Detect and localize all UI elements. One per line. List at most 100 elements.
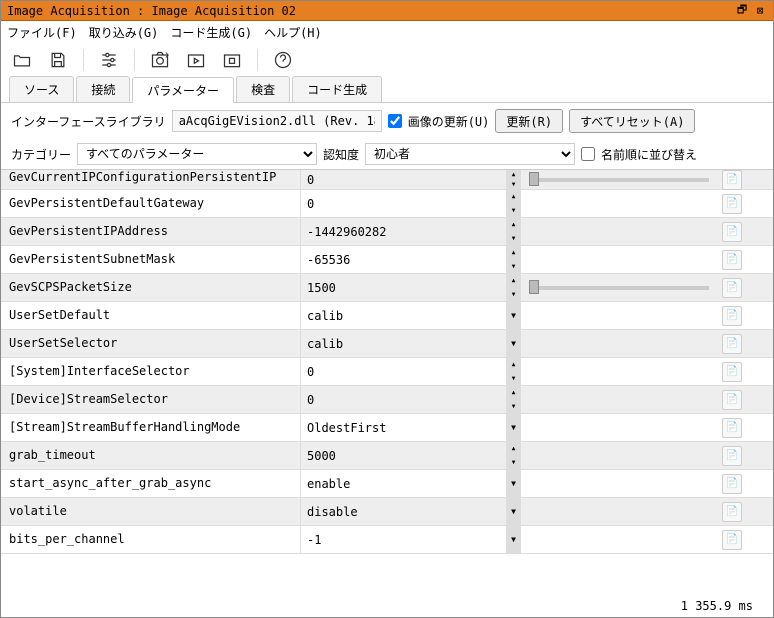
slider-thumb[interactable] xyxy=(529,172,539,186)
copy-icon[interactable]: 📄 xyxy=(722,390,742,410)
tab-codegen[interactable]: コード生成 xyxy=(292,76,382,102)
snap-icon[interactable] xyxy=(147,47,173,73)
spin-down-icon[interactable]: ▼ xyxy=(507,260,520,274)
param-value-input[interactable] xyxy=(301,330,506,357)
param-value-input[interactable] xyxy=(301,274,506,301)
param-value-input[interactable] xyxy=(301,470,506,497)
param-value-input[interactable] xyxy=(301,498,506,525)
param-value-cell[interactable]: ▲▼ xyxy=(301,274,521,301)
tab-source[interactable]: ソース xyxy=(9,76,74,102)
chevron-down-icon[interactable]: ▼ xyxy=(506,414,520,441)
copy-icon[interactable]: 📄 xyxy=(722,418,742,438)
copy-icon[interactable]: 📄 xyxy=(722,170,742,190)
spin-up-icon[interactable]: ▲ xyxy=(507,358,520,372)
spin-up-icon[interactable]: ▲ xyxy=(507,170,520,180)
param-value-cell[interactable]: ▲▼ xyxy=(301,442,521,469)
param-value-input[interactable] xyxy=(301,170,506,189)
param-value-cell[interactable]: ▼ xyxy=(301,330,521,357)
spin-down-icon[interactable]: ▼ xyxy=(507,400,520,414)
restore-icon[interactable]: 🗗 xyxy=(735,4,749,18)
spin-up-icon[interactable]: ▲ xyxy=(507,386,520,400)
menu-codegen[interactable]: コード生成(G) xyxy=(170,24,252,41)
menu-acquire[interactable]: 取り込み(G) xyxy=(89,24,159,41)
spin-down-icon[interactable]: ▼ xyxy=(507,456,520,470)
auto-update-label: 画像の更新(U) xyxy=(408,113,490,130)
chevron-down-icon[interactable]: ▼ xyxy=(506,302,520,329)
spin-up-icon[interactable]: ▲ xyxy=(507,442,520,456)
param-value-input[interactable] xyxy=(301,386,506,413)
copy-icon[interactable]: 📄 xyxy=(722,530,742,550)
slider-track[interactable] xyxy=(529,286,709,290)
chevron-down-icon[interactable]: ▼ xyxy=(506,526,520,553)
param-value-cell[interactable]: ▼ xyxy=(301,302,521,329)
settings-icon[interactable] xyxy=(96,47,122,73)
tab-parameters[interactable]: パラメーター xyxy=(132,77,234,103)
spin-down-icon[interactable]: ▼ xyxy=(507,372,520,386)
awareness-select[interactable]: 初心者 xyxy=(365,143,575,165)
param-value-input[interactable] xyxy=(301,218,506,245)
help-icon[interactable] xyxy=(270,47,296,73)
tab-connect[interactable]: 接続 xyxy=(76,76,130,102)
param-value-input[interactable] xyxy=(301,302,506,329)
tab-inspect[interactable]: 検査 xyxy=(236,76,290,102)
param-value-cell[interactable]: ▼ xyxy=(301,498,521,525)
stop-icon[interactable] xyxy=(219,47,245,73)
param-value-input[interactable] xyxy=(301,246,506,273)
live-icon[interactable] xyxy=(183,47,209,73)
category-select[interactable]: すべてのパラメーター xyxy=(77,143,317,165)
copy-icon[interactable]: 📄 xyxy=(722,250,742,270)
save-icon[interactable] xyxy=(45,47,71,73)
chevron-down-icon[interactable]: ▼ xyxy=(506,470,520,497)
copy-icon[interactable]: 📄 xyxy=(722,306,742,326)
iflib-input[interactable] xyxy=(172,110,382,132)
param-value-input[interactable] xyxy=(301,442,506,469)
param-row: [Stream]StreamBufferHandlingMode▼📄 xyxy=(1,414,773,442)
update-button[interactable]: 更新(R) xyxy=(495,109,563,133)
param-value-cell[interactable]: ▼ xyxy=(301,526,521,553)
copy-icon[interactable]: 📄 xyxy=(722,334,742,354)
param-value-cell[interactable]: ▲▼ xyxy=(301,170,521,189)
copy-icon[interactable]: 📄 xyxy=(722,362,742,382)
param-value-input[interactable] xyxy=(301,190,506,217)
copy-icon[interactable]: 📄 xyxy=(722,474,742,494)
param-value-cell[interactable]: ▲▼ xyxy=(301,246,521,273)
param-value-cell[interactable]: ▼ xyxy=(301,470,521,497)
slider-track[interactable] xyxy=(529,178,709,182)
spin-up-icon[interactable]: ▲ xyxy=(507,190,520,204)
param-value-input[interactable] xyxy=(301,526,506,553)
action-cell: 📄 xyxy=(717,302,747,329)
param-value-cell[interactable]: ▼ xyxy=(301,414,521,441)
param-value-cell[interactable]: ▲▼ xyxy=(301,218,521,245)
reset-all-button[interactable]: すべてリセット(A) xyxy=(569,109,695,133)
params-table[interactable]: GevCurrentIPConfigurationPersistentIP▲▼📄… xyxy=(1,170,773,578)
spin-up-icon[interactable]: ▲ xyxy=(507,246,520,260)
action-cell: 📄 xyxy=(717,442,747,469)
slider-cell xyxy=(521,302,717,329)
param-row: GevPersistentSubnetMask▲▼📄 xyxy=(1,246,773,274)
param-value-cell[interactable]: ▲▼ xyxy=(301,386,521,413)
spin-down-icon[interactable]: ▼ xyxy=(507,204,520,218)
copy-icon[interactable]: 📄 xyxy=(722,446,742,466)
param-value-input[interactable] xyxy=(301,358,506,385)
copy-icon[interactable]: 📄 xyxy=(722,222,742,242)
close-icon[interactable]: ⊠ xyxy=(753,4,767,18)
param-value-input[interactable] xyxy=(301,414,506,441)
spin-up-icon[interactable]: ▲ xyxy=(507,218,520,232)
spin-down-icon[interactable]: ▼ xyxy=(507,288,520,302)
slider-thumb[interactable] xyxy=(529,280,539,294)
menu-help[interactable]: ヘルプ(H) xyxy=(264,24,322,41)
spin-down-icon[interactable]: ▼ xyxy=(507,180,520,190)
spin-up-icon[interactable]: ▲ xyxy=(507,274,520,288)
open-icon[interactable] xyxy=(9,47,35,73)
menu-file[interactable]: ファイル(F) xyxy=(7,24,77,41)
param-value-cell[interactable]: ▲▼ xyxy=(301,190,521,217)
sort-name-checkbox[interactable] xyxy=(581,147,595,161)
copy-icon[interactable]: 📄 xyxy=(722,194,742,214)
spin-down-icon[interactable]: ▼ xyxy=(507,232,520,246)
chevron-down-icon[interactable]: ▼ xyxy=(506,498,520,525)
copy-icon[interactable]: 📄 xyxy=(722,278,742,298)
copy-icon[interactable]: 📄 xyxy=(722,502,742,522)
param-value-cell[interactable]: ▲▼ xyxy=(301,358,521,385)
auto-update-checkbox[interactable] xyxy=(388,114,402,128)
chevron-down-icon[interactable]: ▼ xyxy=(506,330,520,357)
